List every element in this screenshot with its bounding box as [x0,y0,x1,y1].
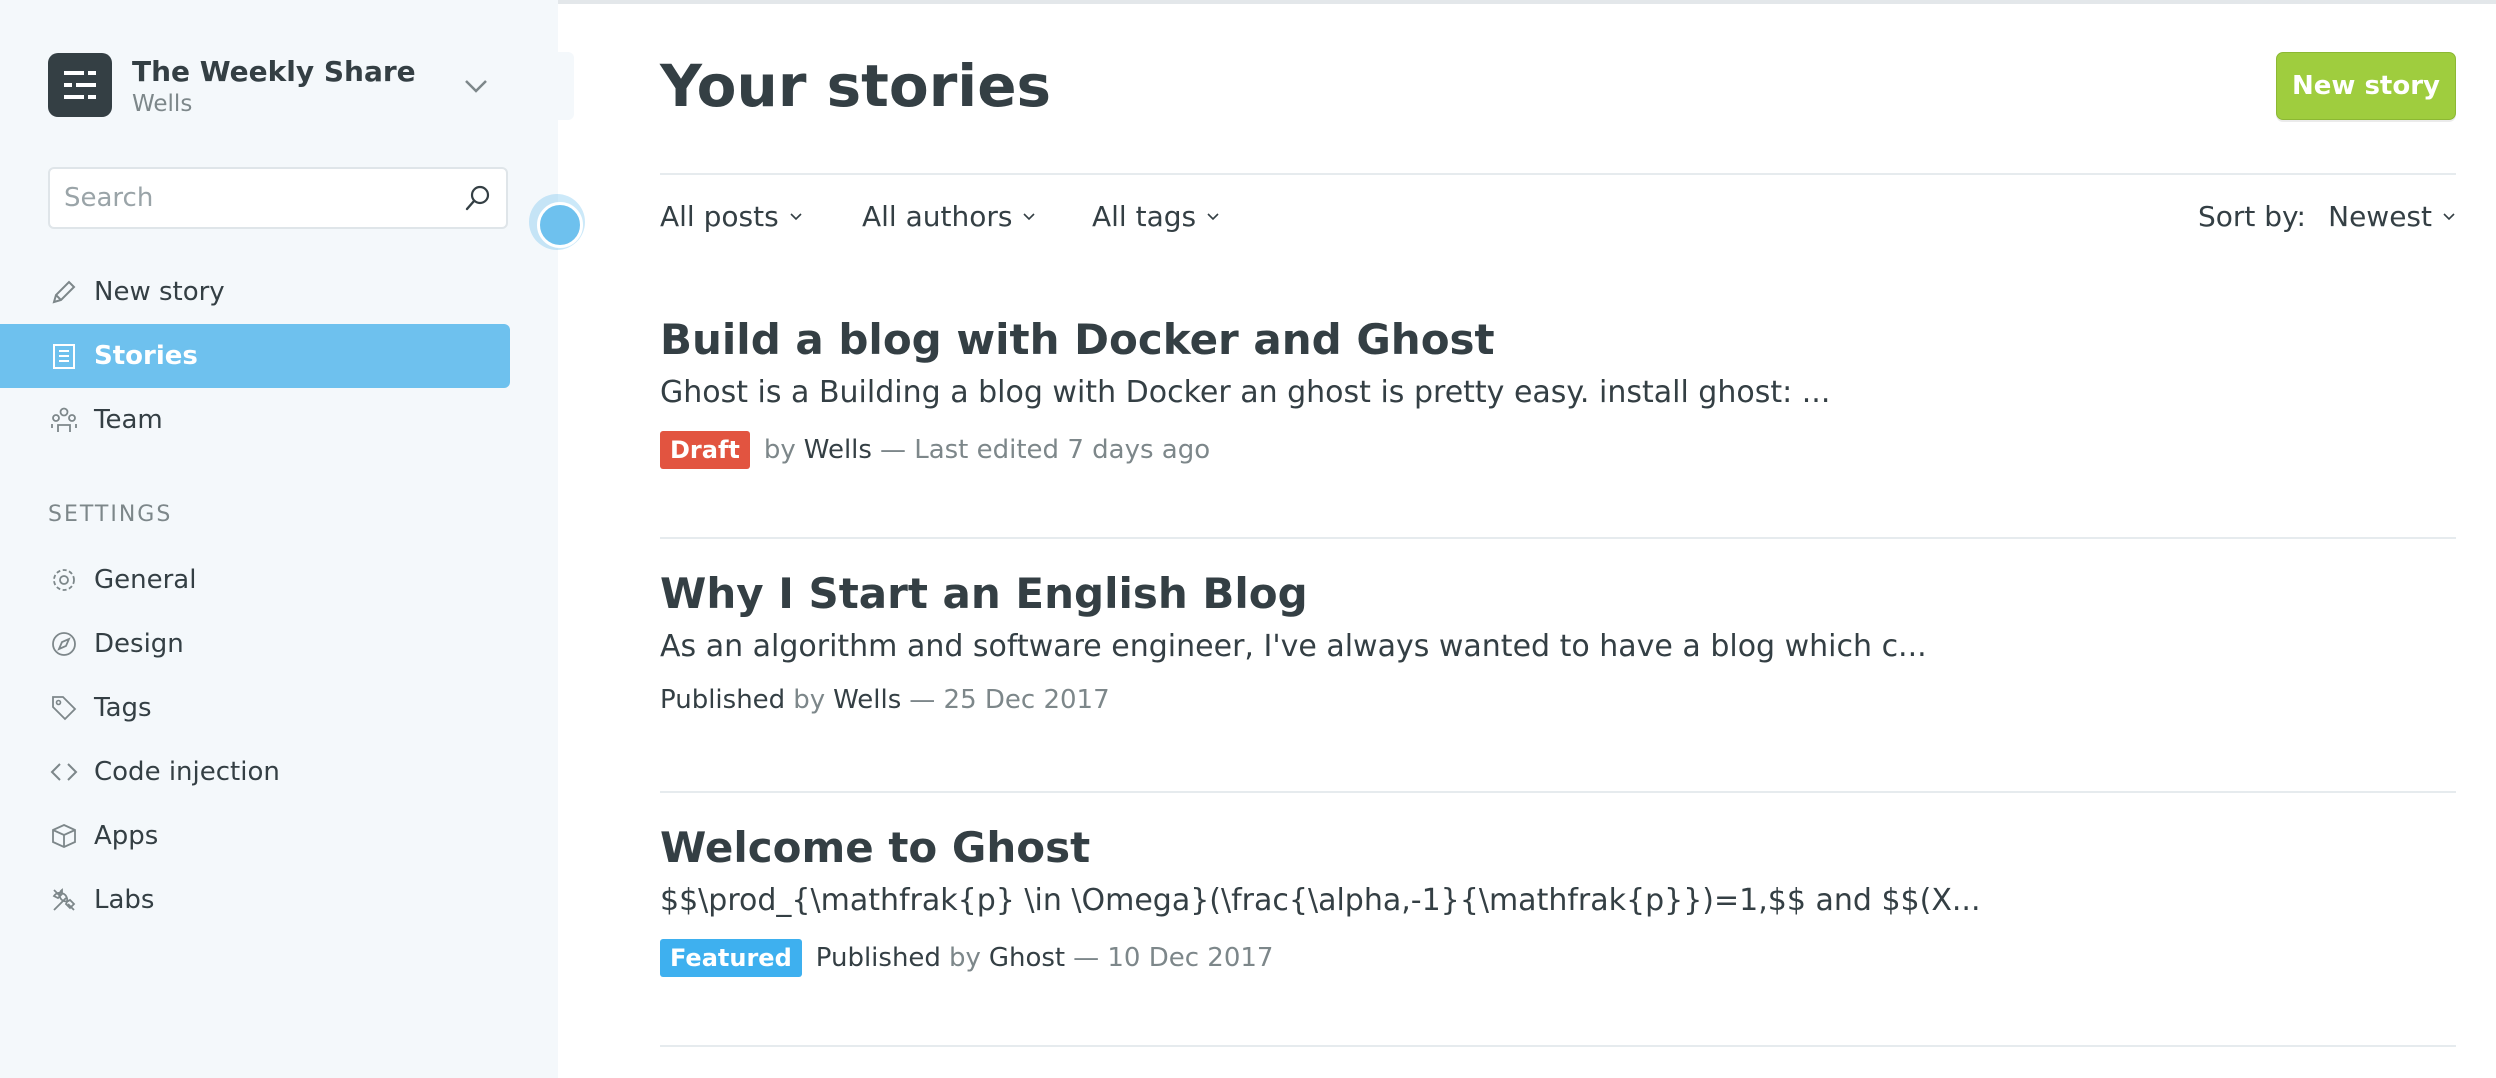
nav-label: Labs [94,885,155,915]
nav-design[interactable]: Design [0,612,510,676]
compass-icon [48,628,80,660]
sidebar-resize-handle[interactable] [556,52,574,120]
post-author: Wells [833,685,902,715]
nav-label: General [94,565,197,595]
nav-new-story[interactable]: New story [0,260,510,324]
sort-label: Sort by: [2197,200,2306,233]
chevron-down-icon [1023,212,1036,220]
filter-label: All authors [862,200,1013,233]
nav-label: Design [94,629,184,659]
filter-label: All posts [660,200,779,233]
nav-label: Stories [94,341,198,371]
post-meta: Draft by Wells — Last edited 7 days ago [660,431,1210,469]
nav-stories[interactable]: Stories [0,324,510,388]
post-status: Published [660,685,786,715]
post-item[interactable]: Welcome to Ghost $$\prod_{\mathfrak{p} \… [660,793,2456,1047]
header-divider [660,173,2456,175]
blog-title: The Weekly Share [132,55,416,88]
nav-labs[interactable]: Labs [0,868,510,932]
blog-switcher[interactable]: The Weekly Share Wells [48,53,508,119]
nav-label: New story [94,277,225,307]
blog-user: Wells [132,91,193,117]
pencil-icon [48,276,80,308]
post-item[interactable]: Build a blog with Docker and Ghost Ghost… [660,285,2456,539]
tag-icon [48,692,80,724]
settings-section-label: SETTINGS [48,502,173,527]
nav-label: Apps [94,821,159,851]
chevron-down-icon[interactable] [460,73,492,99]
main-content: Your stories New story All posts All aut… [660,0,2456,1078]
filter-authors[interactable]: All authors [862,200,1036,233]
post-status: Published [815,943,941,973]
chevron-down-icon [1207,212,1219,220]
nav-apps[interactable]: Apps [0,804,510,868]
post-item[interactable]: Why I Start an English Blog As an algori… [660,539,2456,793]
post-author: Ghost [988,943,1066,973]
settings-nav: General Design Tags Code injection Apps [0,548,510,932]
search-box [48,167,508,229]
post-by: by [948,943,981,973]
nav-label: Tags [94,693,152,723]
filter-tags[interactable]: All tags [1092,200,1220,233]
post-list: Build a blog with Docker and Ghost Ghost… [660,285,2456,1047]
tour-hotspot[interactable] [529,194,585,250]
blog-logo-icon [48,53,112,117]
status-badge: Draft [660,431,750,469]
page-title: Your stories [660,52,1052,120]
post-date: — Last edited 7 days ago [879,435,1211,465]
nav-general[interactable]: General [0,548,510,612]
box-icon [48,820,80,852]
search-input[interactable] [64,169,444,227]
post-meta: Featured Published by Ghost — 10 Dec 201… [660,939,1273,977]
nav-code-injection[interactable]: Code injection [0,740,510,804]
post-excerpt: As an algorithm and software engineer, I… [660,629,1927,664]
main-nav: New story Stories Team [0,260,510,452]
stories-icon [48,340,80,372]
nav-tags[interactable]: Tags [0,676,510,740]
tools-icon [48,884,80,916]
search-icon[interactable] [464,184,492,212]
post-title[interactable]: Why I Start an English Blog [660,569,1308,618]
sort-select[interactable]: Newest [2328,200,2456,233]
featured-badge: Featured [660,939,802,977]
post-date: — 10 Dec 2017 [1073,943,1274,973]
post-excerpt: $$\prod_{\mathfrak{p} \in \Omega}(\frac{… [660,883,1981,918]
nav-team[interactable]: Team [0,388,510,452]
sidebar: The Weekly Share Wells New story Stories [0,0,558,1078]
new-story-button[interactable]: New story [2276,52,2456,120]
post-divider [660,1045,2456,1047]
chevron-down-icon [2443,212,2455,220]
nav-label: Code injection [94,757,280,787]
gear-icon [48,564,80,596]
post-title[interactable]: Welcome to Ghost [660,823,1090,872]
post-by: by [793,685,826,715]
chevron-down-icon [790,212,802,220]
post-date: — 25 Dec 2017 [909,685,1110,715]
post-author: Wells [803,435,872,465]
post-meta: Published by Wells — 25 Dec 2017 [660,685,1110,715]
filter-bar: All posts All authors All tags Sort by: … [660,200,2456,242]
post-by: by [763,435,796,465]
sort-value: Newest [2328,200,2432,233]
post-excerpt: Ghost is a Building a blog with Docker a… [660,375,1831,410]
nav-label: Team [94,405,163,435]
post-title[interactable]: Build a blog with Docker and Ghost [660,315,1495,364]
filter-label: All tags [1092,200,1197,233]
team-icon [48,404,80,436]
filter-posts[interactable]: All posts [660,200,803,233]
code-icon [48,756,80,788]
